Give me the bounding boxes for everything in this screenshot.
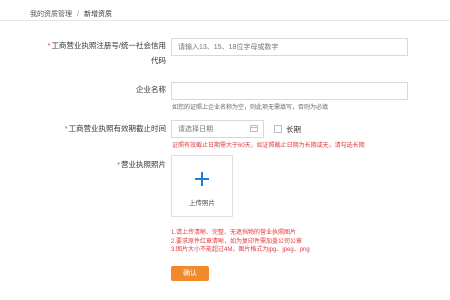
breadcrumb: 我的资质管理 / 新增资质	[0, 0, 450, 21]
expiry-label-text: 工商营业执照有效期截止时间	[68, 124, 167, 133]
calendar-icon[interactable]	[250, 125, 258, 132]
upload-notes: 1.请上传清晰、完整、无遮挡物的营业执照图片 2.要求原件红章清晰，如为复印件需…	[171, 229, 310, 255]
company-name-input[interactable]	[171, 82, 408, 100]
confirm-button[interactable]: 确认	[171, 266, 209, 281]
expiry-label: *工商营业执照有效期截止时间	[20, 123, 166, 135]
breadcrumb-current: 新增资质	[83, 11, 112, 18]
upload-photo-button[interactable]: 上传照片	[171, 155, 233, 217]
license-no-input[interactable]	[171, 38, 408, 56]
license-no-label-line1: 工商营业执照注册号/统一社会信用	[51, 41, 166, 50]
photo-label-text: 营业执照照片	[121, 160, 166, 169]
upload-note: 1.请上传清晰、完整、无遮挡物的营业执照图片	[171, 230, 297, 236]
license-no-label: *工商营业执照注册号/统一社会信用	[20, 40, 166, 52]
license-no-label-line2: 代码	[151, 56, 166, 65]
plus-icon	[195, 172, 209, 186]
expiry-hint: 证照有效截止日期需大于60天，如证照截止日期为长期或无，请勾选长期	[172, 143, 365, 149]
upload-photo-text: 上传照片	[189, 200, 215, 207]
required-mark: *	[47, 41, 51, 50]
upload-note: 3.图片大小不能超过4M，图片格式为jpg、jpeg、png	[171, 247, 310, 253]
photo-label: *营业执照照片	[20, 159, 166, 171]
company-name-hint: 如您的证照上企业名称为空，则此项无需填写，否则为必填	[172, 105, 329, 111]
required-mark: *	[64, 124, 68, 133]
long-term-checkbox-label[interactable]: 长期	[286, 124, 301, 135]
company-name-label: 企业名称	[136, 85, 166, 94]
breadcrumb-separator: /	[77, 11, 79, 18]
required-mark: *	[117, 160, 120, 169]
breadcrumb-parent-link[interactable]: 我的资质管理	[30, 11, 72, 18]
long-term-checkbox[interactable]	[274, 125, 282, 133]
upload-note: 2.要求原件红章清晰，如为复印件需加盖公司公章	[171, 238, 303, 245]
